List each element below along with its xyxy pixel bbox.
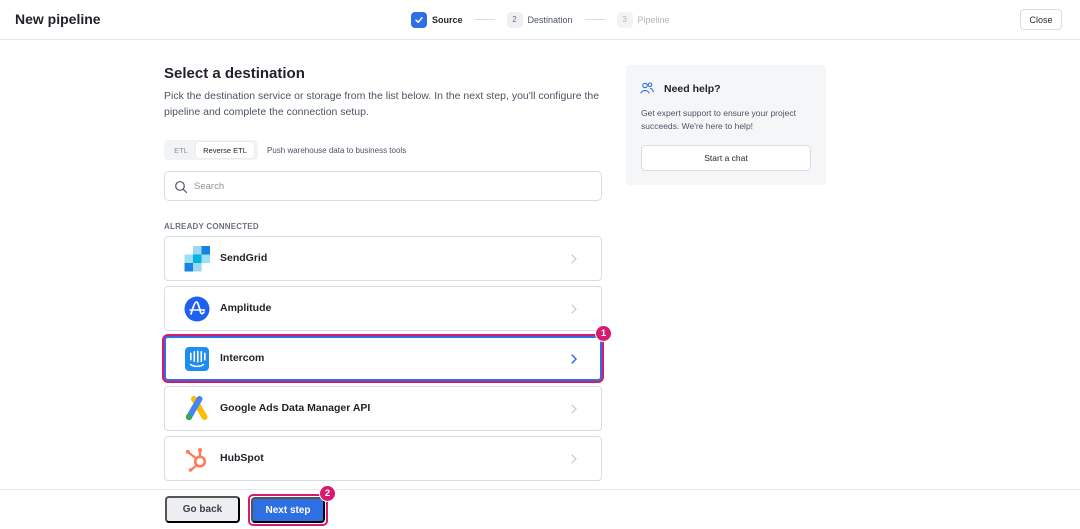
step-number: 3 bbox=[616, 11, 633, 28]
check-icon bbox=[411, 11, 427, 28]
annotation-marker-1: 1 bbox=[595, 325, 612, 342]
page-description: Pick the destination service or storage … bbox=[164, 90, 600, 118]
chevron-right-icon bbox=[571, 304, 577, 314]
chevron-right-icon bbox=[571, 404, 577, 414]
step-destination[interactable]: 2 Destination bbox=[506, 11, 573, 28]
help-panel: Need help? Get expert support to ensure … bbox=[626, 65, 826, 185]
google-ads-logo bbox=[185, 396, 208, 421]
intercom-logo bbox=[185, 347, 209, 371]
footer-bar: Go back Next step bbox=[0, 489, 1080, 529]
step-number: 2 bbox=[506, 11, 523, 28]
step-label: Destination bbox=[527, 14, 573, 25]
next-step-button[interactable]: Next step bbox=[251, 497, 325, 523]
help-text: Get expert support to ensure your projec… bbox=[641, 108, 796, 131]
close-button[interactable]: Close bbox=[1020, 9, 1062, 30]
chevron-right-icon bbox=[571, 254, 577, 264]
step-label: Source bbox=[432, 14, 463, 25]
destination-name: Google Ads Data Manager API bbox=[220, 402, 371, 414]
step-divider bbox=[474, 19, 495, 20]
page-header-title: New pipeline bbox=[15, 11, 101, 27]
destination-name: HubSpot bbox=[220, 452, 264, 464]
people-icon bbox=[640, 82, 654, 94]
annotation-marker-2: 2 bbox=[319, 485, 336, 502]
toggle-hint: Push warehouse data to business tools bbox=[267, 146, 407, 155]
toggle-option-etl[interactable]: ETL bbox=[166, 142, 196, 158]
stepper: Source 2 Destination 3 Pipeline bbox=[411, 11, 670, 28]
search-box bbox=[164, 171, 602, 201]
destination-name: Amplitude bbox=[220, 302, 272, 314]
start-chat-button[interactable]: Start a chat bbox=[641, 145, 811, 171]
go-back-button[interactable]: Go back bbox=[165, 496, 240, 523]
chevron-right-icon bbox=[571, 454, 577, 464]
destination-card-sendgrid[interactable]: SendGrid bbox=[164, 236, 602, 281]
section-label: ALREADY CONNECTED bbox=[164, 222, 259, 231]
destination-card-amplitude[interactable]: Amplitude bbox=[164, 286, 602, 331]
top-bar: New pipeline Source 2 Destination 3 Pipe… bbox=[0, 0, 1080, 40]
toggle-option-reverse-etl[interactable]: Reverse ETL bbox=[196, 142, 254, 158]
step-pipeline: 3 Pipeline bbox=[616, 11, 670, 28]
mode-toggle: ETL Reverse ETL bbox=[164, 140, 258, 160]
search-icon bbox=[175, 181, 188, 194]
sendgrid-logo bbox=[184, 246, 210, 272]
destination-name: Intercom bbox=[220, 352, 265, 364]
help-title: Need help? bbox=[664, 83, 721, 95]
step-divider bbox=[584, 19, 605, 20]
page-title: Select a destination bbox=[164, 65, 305, 82]
destination-name: SendGrid bbox=[220, 252, 268, 264]
step-label: Pipeline bbox=[637, 14, 670, 25]
amplitude-logo bbox=[184, 296, 210, 322]
hubspot-logo bbox=[185, 448, 207, 472]
destination-card-hubspot[interactable]: HubSpot bbox=[164, 436, 602, 481]
destination-card-intercom[interactable]: Intercom bbox=[164, 336, 602, 381]
chevron-right-icon bbox=[571, 354, 578, 364]
destination-card-google-ads[interactable]: Google Ads Data Manager API bbox=[164, 386, 602, 431]
search-input[interactable] bbox=[194, 177, 584, 195]
step-source[interactable]: Source bbox=[411, 11, 463, 28]
